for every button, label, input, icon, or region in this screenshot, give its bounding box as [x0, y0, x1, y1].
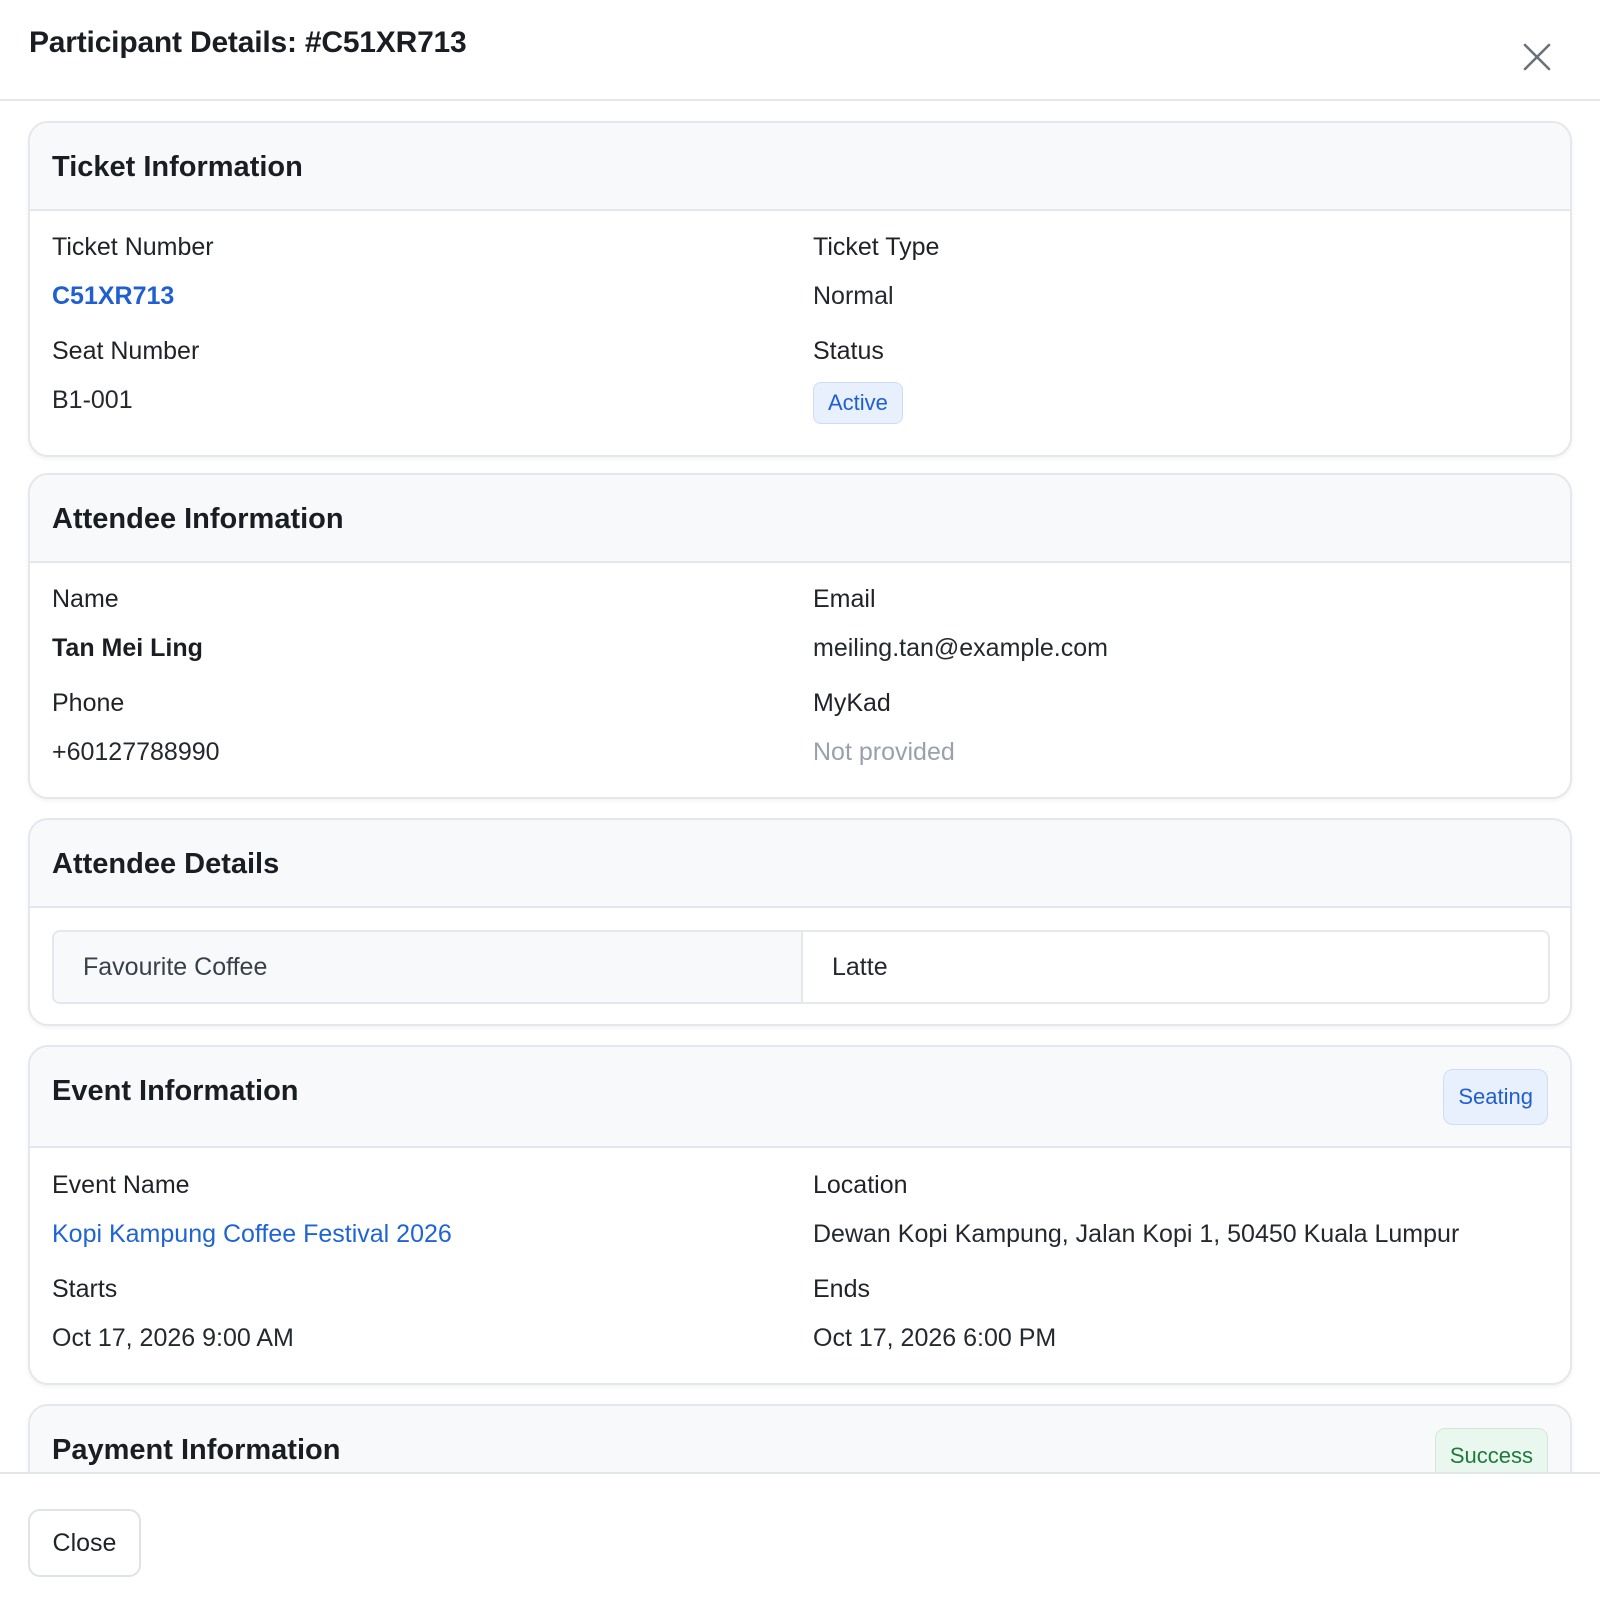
ticket-number-label: Ticket Number [52, 233, 214, 261]
ticket-information-card: Ticket Information Ticket Number C51XR71… [28, 121, 1572, 457]
card-header: Attendee Details [30, 820, 1570, 908]
location-label: Location [813, 1171, 908, 1199]
close-button[interactable]: Close [28, 1509, 141, 1577]
card-title: Event Information [52, 1075, 299, 1107]
status-label: Status [813, 337, 884, 365]
starts-label: Starts [52, 1275, 118, 1303]
email-value: meiling.tan@example.com [813, 634, 1108, 662]
ticket-type-value: Normal [813, 282, 894, 310]
seating-badge: Seating [1443, 1069, 1548, 1125]
starts-value: Oct 17, 2026 9:00 AM [52, 1324, 294, 1352]
card-header: Payment Information Success [30, 1406, 1570, 1472]
card-header: Attendee Information [30, 475, 1570, 563]
details-table: Favourite Coffee Latte [52, 930, 1550, 1004]
modal-title: Participant Details: #C51XR713 [29, 26, 467, 59]
event-name-label: Event Name [52, 1171, 190, 1199]
event-information-card: Event Information Seating Event Name Kop… [28, 1045, 1572, 1385]
card-title: Payment Information [52, 1434, 341, 1466]
name-label: Name [52, 585, 119, 613]
phone-label: Phone [52, 689, 125, 717]
close-x-icon[interactable] [1520, 40, 1554, 74]
payment-information-card: Payment Information Success [28, 1404, 1572, 1472]
ticket-number-link[interactable]: C51XR713 [52, 282, 174, 311]
mykad-label: MyKad [813, 689, 891, 717]
card-header: Ticket Information [30, 123, 1570, 211]
ends-value: Oct 17, 2026 6:00 PM [813, 1324, 1057, 1352]
location-value: Dewan Kopi Kampung, Jalan Kopi 1, 50450 … [813, 1220, 1460, 1248]
seat-number-label: Seat Number [52, 337, 200, 365]
participant-details-modal: Participant Details: #C51XR713 Ticket In… [0, 0, 1600, 1607]
status-badge: Active [813, 382, 903, 424]
modal-header: Participant Details: #C51XR713 [0, 0, 1600, 101]
phone-value: +60127788990 [52, 738, 220, 766]
event-name-link[interactable]: Kopi Kampung Coffee Festival 2026 [52, 1220, 452, 1249]
details-value-cell: Latte [803, 932, 1548, 1002]
modal-footer: Close [0, 1472, 1600, 1607]
seat-number-value: B1-001 [52, 386, 133, 414]
email-label: Email [813, 585, 876, 613]
ticket-type-label: Ticket Type [813, 233, 940, 261]
payment-status-badge: Success [1434, 1428, 1548, 1472]
card-header: Event Information Seating [30, 1047, 1570, 1148]
details-key-cell: Favourite Coffee [54, 932, 803, 1002]
card-title: Attendee Details [52, 848, 280, 880]
card-title: Ticket Information [52, 151, 303, 183]
mykad-value: Not provided [813, 738, 955, 766]
ends-label: Ends [813, 1275, 870, 1303]
card-title: Attendee Information [52, 503, 344, 535]
attendee-details-card: Attendee Details Favourite Coffee Latte [28, 818, 1572, 1026]
attendee-information-card: Attendee Information Name Tan Mei Ling E… [28, 473, 1572, 799]
modal-body[interactable]: Ticket Information Ticket Number C51XR71… [0, 101, 1600, 1472]
name-value: Tan Mei Ling [52, 634, 203, 662]
